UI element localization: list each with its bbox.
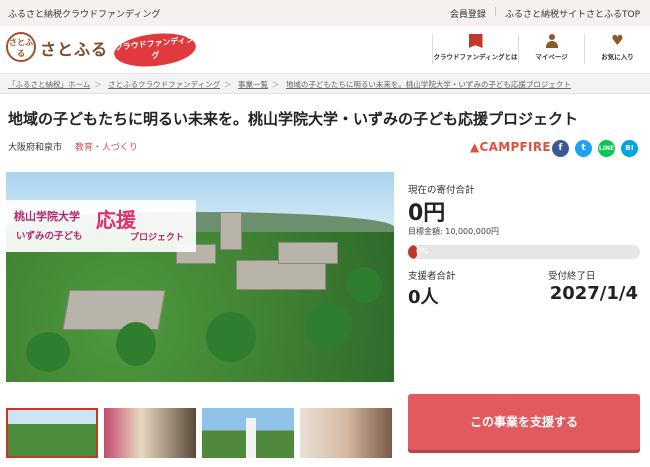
thumbnail-4[interactable] <box>300 408 392 458</box>
end-date-value: 2027/1/4 <box>549 283 638 304</box>
breadcrumb-home[interactable]: 「ふるさと納税」ホーム <box>8 80 90 89</box>
nav-about-crowdfunding[interactable]: クラウドファンディングとは <box>432 34 518 64</box>
breadcrumb-crowdfunding[interactable]: さとふるクラウドファンディング <box>108 80 220 89</box>
heart-icon: ♥ <box>611 33 624 49</box>
supporters-label: 支援者合計 <box>408 271 456 282</box>
top-links: 会員登録 | ふるさと納税サイトさとふるTOP <box>450 7 640 20</box>
crowdfunding-badge[interactable]: クラウドファンディング <box>112 29 198 71</box>
nav-favorites[interactable]: ♥ お気に入り <box>584 34 650 64</box>
category-tag[interactable]: 教育・人づくり <box>75 143 138 153</box>
donation-stats: 現在の寄付合計 <box>408 182 640 196</box>
logo-text[interactable]: さとふる <box>40 36 108 60</box>
top-bar: ふるさと納税クラウドファンディング 会員登録 | ふるさと納税サイトさとふるTO… <box>0 0 650 26</box>
current-total-value: 0円 <box>408 201 446 226</box>
nav-label: お気に入り <box>601 53 634 61</box>
supporters-value: 0人 <box>408 287 439 308</box>
project-main-image: 桃山学院大学 いずみの子ども 応援 プロジェクト <box>6 172 394 382</box>
support-project-button[interactable]: この事業を支援する <box>408 394 640 450</box>
line-share-icon[interactable]: LINE <box>598 140 615 157</box>
facebook-share-icon[interactable]: f <box>552 140 569 157</box>
end-date-label: 受付終了日 <box>548 271 596 282</box>
page-title: 地域の子どもたちに明るい未来を。桃山学院大学・いずみの子ども応援プロジェクト <box>8 110 579 128</box>
building <box>62 290 166 330</box>
thumbnail-1[interactable] <box>6 408 98 458</box>
thumbnail-2[interactable] <box>104 408 196 458</box>
target-amount: 目標金額: 10,000,000円 <box>408 227 500 236</box>
building <box>220 212 242 250</box>
image-thumbnails <box>6 408 392 458</box>
site-tagline: ふるさと納税クラウドファンディング <box>8 10 161 20</box>
twitter-share-icon[interactable]: t <box>575 140 592 157</box>
campfire-logo: ▲CAMPFIRE <box>470 140 551 154</box>
person-icon <box>545 34 559 48</box>
project-meta: 大阪府和泉市 教育・人づくり <box>8 140 138 153</box>
building <box>278 242 338 264</box>
location: 大阪府和泉市 <box>8 143 63 153</box>
building <box>236 260 326 290</box>
nav-label: マイページ <box>535 53 568 61</box>
satofull-top-link[interactable]: ふるさと納税サイトさとふるTOP <box>505 7 640 20</box>
book-icon <box>468 34 483 48</box>
nav-mypage[interactable]: マイページ <box>518 34 584 64</box>
progress-percent: 0% <box>416 247 429 256</box>
divider: | <box>493 7 497 17</box>
header-nav: クラウドファンディングとは マイページ ♥ お気に入り <box>432 34 650 64</box>
hatena-share-icon[interactable]: B! <box>621 140 638 157</box>
current-total-label: 現在の寄付合計 <box>408 185 475 196</box>
breadcrumb-projects[interactable]: 事業一覧 <box>238 80 268 89</box>
nav-label: クラウドファンディングとは <box>433 53 518 61</box>
satofull-logo-icon[interactable]: さとふる <box>6 32 36 62</box>
register-link[interactable]: 会員登録 <box>450 7 486 20</box>
progress-bar: 0% <box>408 245 640 259</box>
thumbnail-3[interactable] <box>202 408 294 458</box>
project-banner: 桃山学院大学 いずみの子ども 応援 プロジェクト <box>6 200 196 252</box>
site-header: さとふる さとふる クラウドファンディング クラウドファンディングとは マイペー… <box>0 26 650 74</box>
breadcrumb-current[interactable]: 地域の子どもたちに明るい未来を。桃山学院大学・いずみの子ども応援プロジェクト <box>286 80 571 89</box>
breadcrumb: 「ふるさと納税」ホーム＞ さとふるクラウドファンディング＞ 事業一覧＞ 地域の子… <box>0 74 650 94</box>
